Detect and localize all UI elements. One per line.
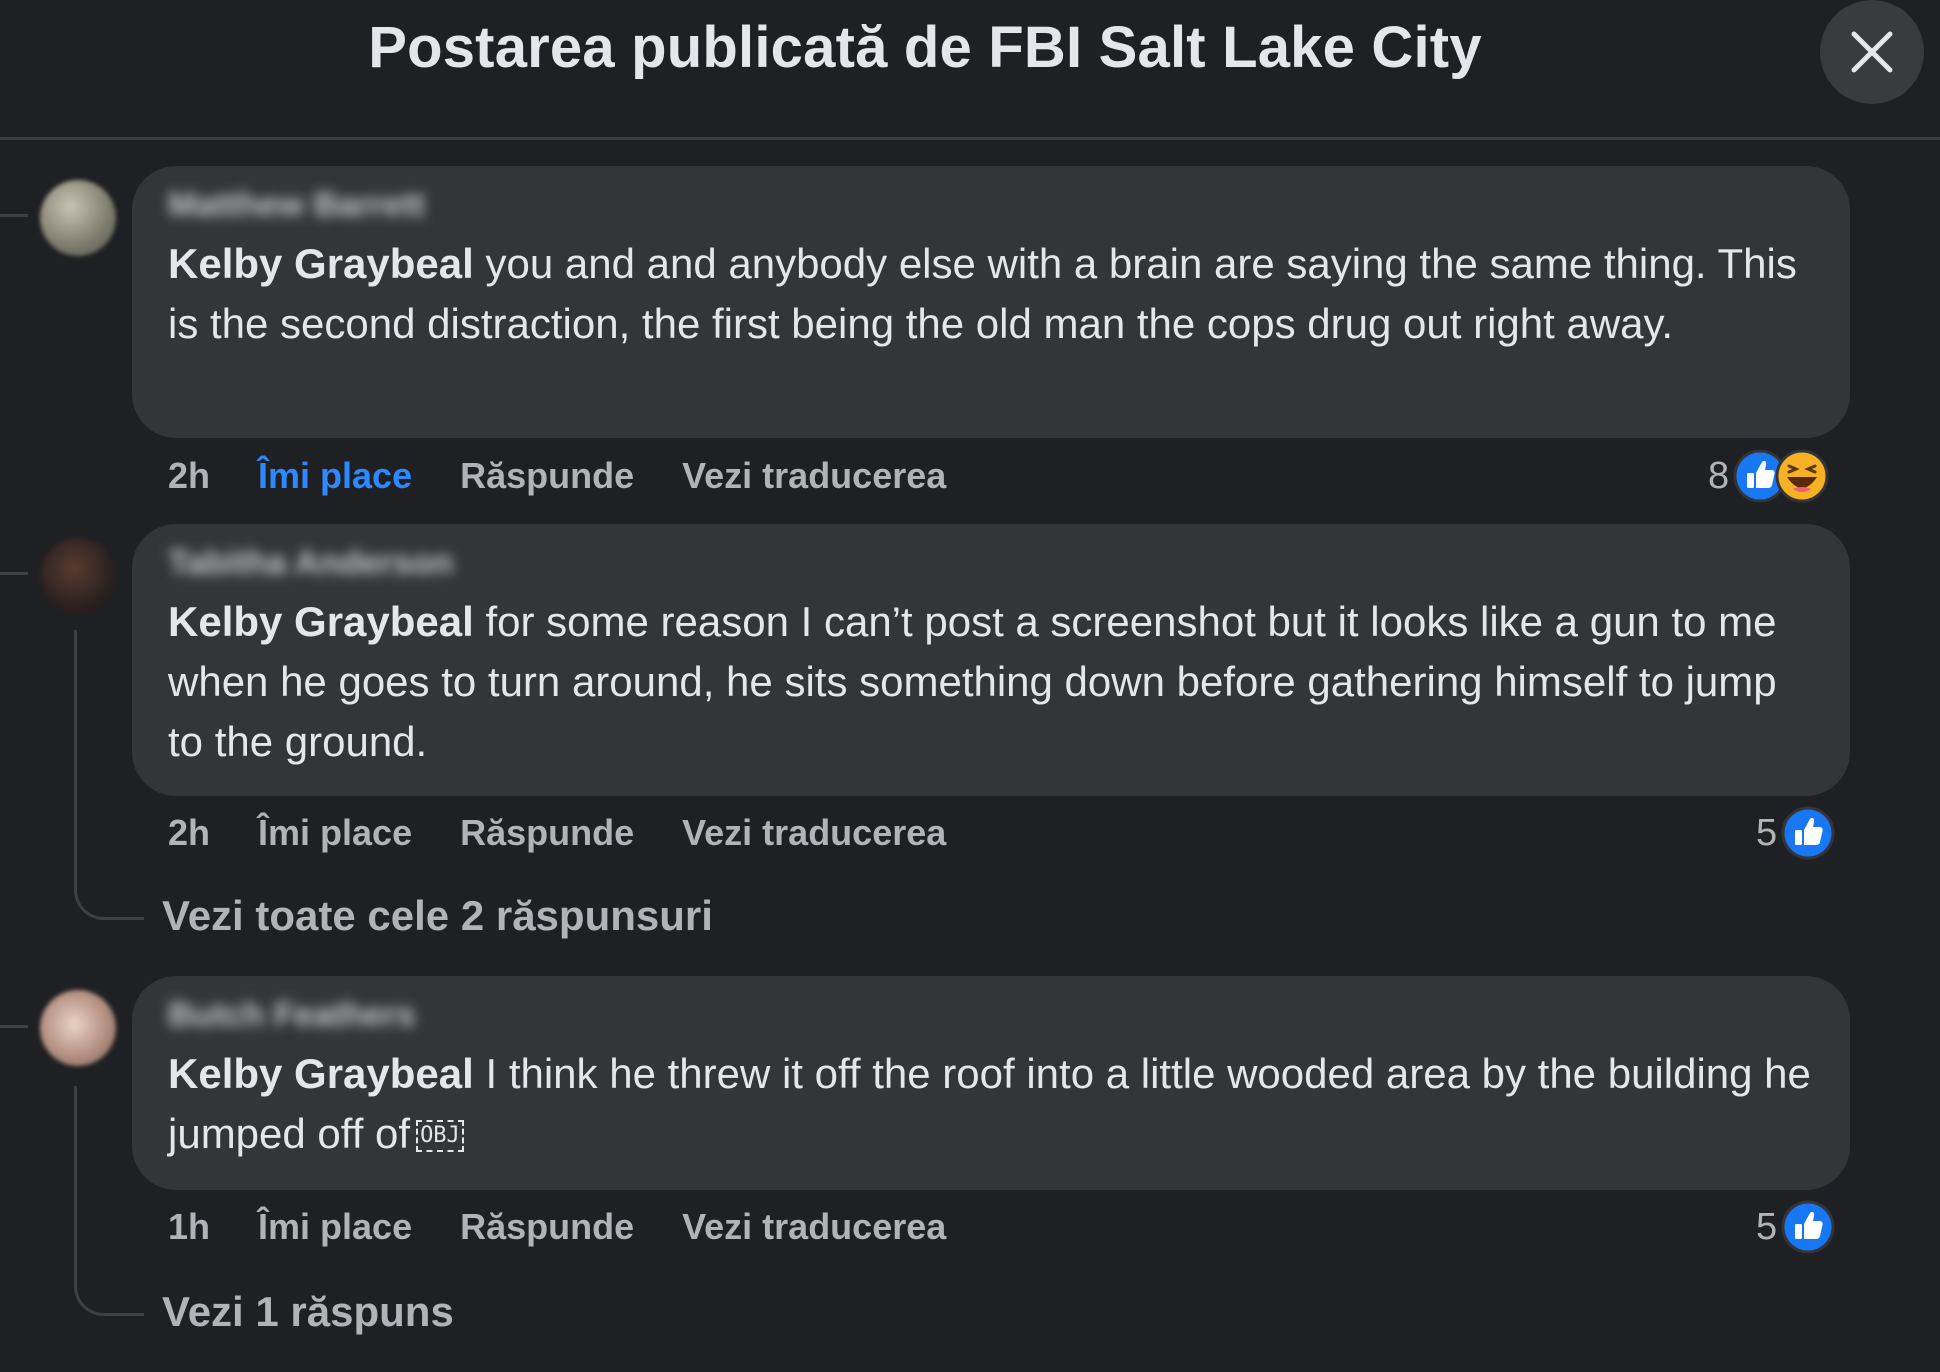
- reaction-summary[interactable]: 8: [1708, 448, 1829, 504]
- comment-bubble: Butch Feathers Kelby Graybeal I think he…: [132, 976, 1850, 1190]
- comment-actions: 2h Îmi place Răspunde Vezi traducerea: [168, 451, 994, 501]
- timestamp[interactable]: 2h: [168, 812, 210, 854]
- reaction-count: 8: [1708, 454, 1730, 497]
- dialog-header: Postarea publicată de FBI Salt Lake City: [0, 0, 1940, 140]
- comment-text: Kelby Graybeal you and and anybody else …: [168, 240, 1797, 347]
- comment-text: Kelby Graybeal I think he threw it off t…: [168, 1050, 1811, 1157]
- reply-thread-line: [74, 1086, 77, 1266]
- like-button[interactable]: Îmi place: [258, 812, 412, 854]
- translate-button[interactable]: Vezi traducerea: [682, 812, 946, 854]
- comment-text: Kelby Graybeal for some reason I can’t p…: [168, 598, 1777, 765]
- view-replies-link[interactable]: Vezi toate cele 2 răspunsuri: [162, 892, 713, 940]
- comment-actions: 2h Îmi place Răspunde Vezi traducerea: [168, 808, 994, 858]
- haha-icon: [1775, 449, 1829, 503]
- thread-connector: [0, 214, 28, 217]
- timestamp[interactable]: 1h: [168, 1206, 210, 1248]
- thread-connector: [0, 1025, 28, 1028]
- reply-thread-curve: [74, 1266, 144, 1316]
- comment-author[interactable]: Matthew Barrett: [168, 186, 1814, 226]
- reaction-count: 5: [1756, 811, 1778, 854]
- close-icon: [1851, 31, 1893, 73]
- avatar[interactable]: [40, 538, 116, 614]
- like-icon: [1781, 806, 1835, 860]
- mention-link[interactable]: Kelby Graybeal: [168, 1050, 474, 1097]
- reply-button[interactable]: Răspunde: [460, 455, 634, 497]
- comment-actions: 1h Îmi place Răspunde Vezi traducerea: [168, 1202, 994, 1252]
- like-button[interactable]: Îmi place: [258, 455, 412, 497]
- reply-thread-line: [74, 630, 77, 870]
- mention-link[interactable]: Kelby Graybeal: [168, 598, 474, 645]
- avatar[interactable]: [40, 990, 116, 1066]
- comment-bubble: Tabitha Anderson Kelby Graybeal for some…: [132, 524, 1850, 796]
- thread-connector: [0, 572, 28, 575]
- page-title: Postarea publicată de FBI Salt Lake City: [368, 15, 1482, 80]
- comment-bubble: Matthew Barrett Kelby Graybeal you and a…: [132, 166, 1850, 438]
- timestamp[interactable]: 2h: [168, 455, 210, 497]
- reaction-count: 5: [1756, 1205, 1778, 1248]
- reply-button[interactable]: Răspunde: [460, 812, 634, 854]
- reaction-summary[interactable]: 5: [1756, 1199, 1835, 1255]
- like-button[interactable]: Îmi place: [258, 1206, 412, 1248]
- close-button[interactable]: [1820, 0, 1924, 104]
- view-replies-link[interactable]: Vezi 1 răspuns: [162, 1288, 454, 1336]
- mention-link[interactable]: Kelby Graybeal: [168, 240, 474, 287]
- comment-author[interactable]: Butch Feathers: [168, 996, 1814, 1036]
- reaction-summary[interactable]: 5: [1756, 805, 1835, 861]
- avatar[interactable]: [40, 180, 116, 256]
- like-icon: [1781, 1200, 1835, 1254]
- reply-button[interactable]: Răspunde: [460, 1206, 634, 1248]
- object-replacement-glyph: OBJ: [416, 1120, 464, 1152]
- comment-author[interactable]: Tabitha Anderson: [168, 544, 1814, 584]
- reply-thread-curve: [74, 870, 144, 920]
- translate-button[interactable]: Vezi traducerea: [682, 1206, 946, 1248]
- translate-button[interactable]: Vezi traducerea: [682, 455, 946, 497]
